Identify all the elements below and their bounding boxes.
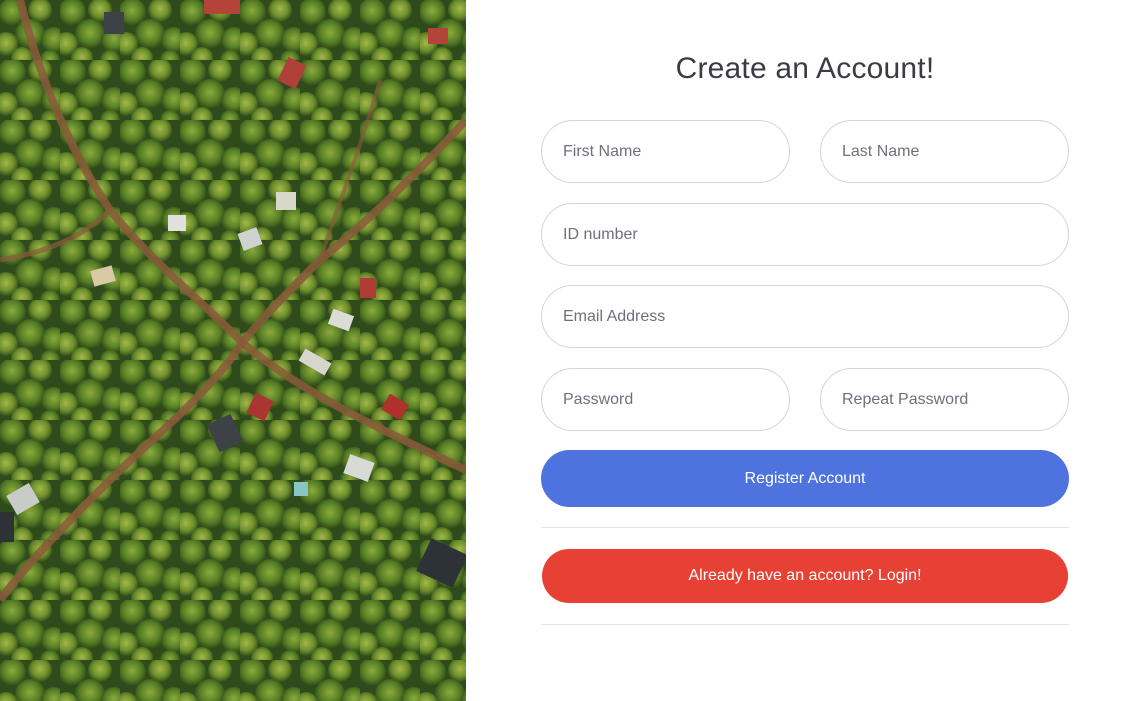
- first-name-input[interactable]: [541, 120, 790, 183]
- page-title: Create an Account!: [675, 52, 935, 85]
- register-panel: Create an Account! Register Account Alre…: [466, 0, 1124, 701]
- divider: [541, 527, 1069, 528]
- divider: [541, 624, 1069, 625]
- login-link-button[interactable]: Already have an account? Login!: [542, 549, 1068, 603]
- repeat-password-input[interactable]: [820, 368, 1069, 431]
- email-input[interactable]: [541, 285, 1069, 348]
- forest-aerial-image: [0, 0, 466, 701]
- last-name-input[interactable]: [820, 120, 1069, 183]
- register-account-button[interactable]: Register Account: [541, 450, 1069, 507]
- id-number-input[interactable]: [541, 203, 1069, 266]
- password-input[interactable]: [541, 368, 790, 431]
- hero-image: [0, 0, 466, 701]
